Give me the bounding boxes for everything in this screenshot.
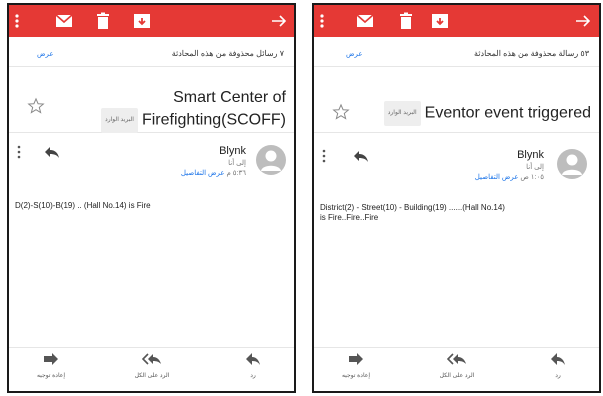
left-phone-screen: ٧ رسائل محذوفة من هذه المحادثة عرض Smart… — [7, 3, 296, 393]
person-icon — [562, 154, 582, 175]
subject-header: البريد الوارد Eventor event triggered — [314, 67, 599, 133]
delete-icon[interactable] — [397, 12, 415, 30]
forward-icon — [43, 352, 59, 366]
reply-all-label: الرد على الكل — [134, 373, 170, 379]
reply-label: رد — [250, 373, 256, 379]
bottom-action-bar: إعادة توجيه الرد على الكل رد — [9, 347, 294, 391]
sender-meta: ٥:٣٦ م عرض التفاصيل — [181, 169, 246, 177]
forward-icon — [348, 352, 364, 366]
reply-button[interactable]: رد — [528, 352, 588, 379]
reply-all-icon — [141, 352, 162, 366]
hidden-messages-bar: ٧ رسائل محذوفة من هذه المحادثة عرض — [9, 39, 294, 67]
message-more-icon[interactable] — [16, 145, 22, 159]
archive-icon[interactable] — [133, 12, 151, 30]
show-hidden-link[interactable]: عرض — [37, 50, 54, 58]
reply-all-icon — [446, 352, 467, 366]
email-body: D(2)-S(10)-B(19) .. (Hall No.14) is Fire — [15, 201, 151, 210]
avatar — [557, 149, 587, 179]
star-icon[interactable] — [332, 103, 350, 121]
forward-button[interactable]: إعادة توجيه — [21, 352, 81, 379]
archive-icon[interactable] — [431, 12, 449, 30]
subject-line-2: Firefighting(SCOFF) — [141, 111, 286, 129]
mail-icon[interactable] — [356, 12, 374, 30]
reply-all-label: الرد على الكل — [439, 373, 475, 379]
reply-icon[interactable] — [352, 148, 370, 164]
email-body: District(2) - Street(10) - Building(19) … — [320, 203, 593, 223]
app-bar — [9, 5, 294, 37]
inbox-label[interactable]: البريد الوارد — [383, 101, 421, 126]
subject-text: Eventor event triggered — [424, 104, 591, 122]
message-more-icon[interactable] — [321, 149, 327, 163]
more-vert-icon[interactable] — [13, 12, 21, 30]
more-vert-icon[interactable] — [318, 12, 326, 30]
sender-row: Blynk إلى أنا ١:٠٥ ص عرض التفاصيل — [314, 135, 599, 195]
email-body-line-1: District(2) - Street(10) - Building(19) … — [320, 203, 505, 212]
show-details-link[interactable]: عرض التفاصيل — [181, 170, 225, 177]
subject-line-1: Smart Center of — [173, 89, 286, 106]
reply-all-button[interactable]: الرد على الكل — [427, 352, 487, 379]
sender-name: Blynk — [219, 145, 246, 157]
email-subject: Smart Center of البريد الوارد Firefightin… — [101, 87, 286, 133]
recipient-text: إلى أنا — [228, 160, 246, 167]
app-bar — [314, 5, 599, 37]
recipient-text: إلى أنا — [526, 164, 544, 171]
reply-bottom-icon — [550, 352, 566, 366]
forward-label: إعادة توجيه — [341, 373, 371, 379]
star-icon[interactable] — [27, 97, 45, 115]
hidden-messages-text: ٧ رسائل محذوفة من هذه المحادثة — [171, 49, 284, 58]
delete-icon[interactable] — [94, 12, 112, 30]
hidden-messages-bar: ٥٣ رسالة محذوفة من هذه المحادثة عرض — [314, 39, 599, 67]
reply-button[interactable]: رد — [223, 352, 283, 379]
sender-name: Blynk — [517, 149, 544, 161]
show-details-link[interactable]: عرض التفاصيل — [475, 174, 519, 181]
right-phone-screen: ٥٣ رسالة محذوفة من هذه المحادثة عرض البر… — [312, 3, 601, 393]
reply-all-button[interactable]: الرد على الكل — [122, 352, 182, 379]
arrow-forward-icon[interactable] — [574, 12, 592, 30]
email-body-line-2: is Fire..Fire..Fire — [320, 213, 379, 222]
forward-button[interactable]: إعادة توجيه — [326, 352, 386, 379]
email-subject: البريد الوارد Eventor event triggered — [383, 101, 591, 126]
bottom-action-bar: إعادة توجيه الرد على الكل رد — [314, 347, 599, 391]
mail-icon[interactable] — [55, 12, 73, 30]
show-hidden-link[interactable]: عرض — [346, 50, 363, 58]
hidden-messages-text: ٥٣ رسالة محذوفة من هذه المحادثة — [473, 49, 589, 58]
message-time: ١:٠٥ ص — [520, 174, 544, 181]
reply-bottom-icon — [245, 352, 261, 366]
arrow-forward-icon[interactable] — [270, 12, 288, 30]
subject-header: Smart Center of البريد الوارد Firefightin… — [9, 67, 294, 133]
sender-meta: ١:٠٥ ص عرض التفاصيل — [475, 173, 544, 181]
reply-label: رد — [555, 373, 561, 379]
person-icon — [261, 150, 281, 171]
inbox-label[interactable]: البريد الوارد — [101, 108, 138, 133]
message-time: ٥:٣٦ م — [226, 170, 246, 177]
forward-label: إعادة توجيه — [36, 373, 66, 379]
reply-icon[interactable] — [43, 144, 61, 160]
sender-row: Blynk إلى أنا ٥:٣٦ م عرض التفاصيل — [9, 135, 294, 195]
avatar — [256, 145, 286, 175]
